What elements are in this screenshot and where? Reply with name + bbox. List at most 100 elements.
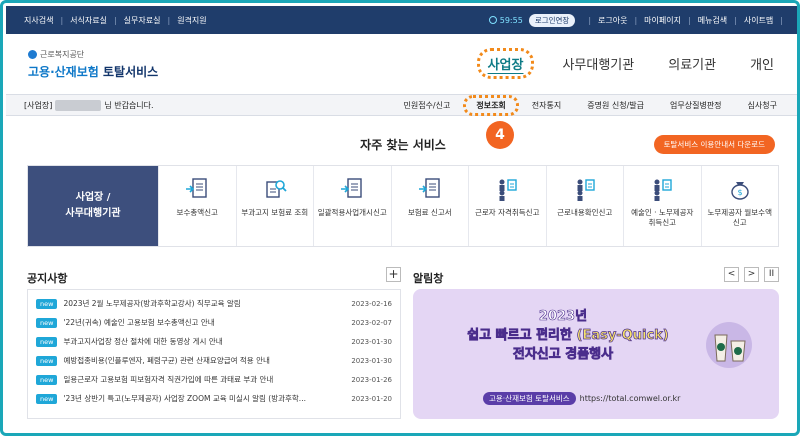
quick-service-list: 보수총액신고 부과고지 보험료 조회 일괄적용사업개시신고 보험료 신고서 근로… <box>158 166 778 246</box>
alarm-header: 알림창 < > II <box>413 267 779 285</box>
notice-text: 일용근로자 고용보험 피보험자격 직권가입에 따른 과태료 부과 안내 <box>63 375 274 384</box>
notice-text: '23년 상반기 특고(노무제공자) 사업장 ZOOM 교육 미실시 알림 (방… <box>63 394 306 403</box>
org-logo[interactable]: 근로복지공단 <box>28 49 84 60</box>
category-label-1: 사업장 / <box>75 192 111 203</box>
service-label: 보수총액신고 <box>176 208 218 217</box>
service-title-main: 고용·산재보험 <box>28 65 99 79</box>
browser-frame: 지사검색 | 서식자료실 | 실무자료실 | 원격지원 59:55 로그인연장 … <box>0 0 800 436</box>
notice-text: 예방접종비용(인플루엔자, 폐렴구균) 관련 산재요양급여 적용 안내 <box>63 356 270 365</box>
service-label: 근로자 자격취득신고 <box>475 208 540 217</box>
service-label: 부과고지 보험료 조회 <box>241 208 309 217</box>
new-badge: new <box>36 336 58 347</box>
nav-disease-judgment[interactable]: 업무상질병판정 <box>657 100 735 111</box>
service-title[interactable]: 고용·산재보험 토탈서비스 <box>28 63 158 80</box>
mypage-link[interactable]: 마이페이지 <box>644 15 681 26</box>
service-label: 노무제공자 월보수액 신고 <box>707 208 772 227</box>
document-arrow-icon <box>341 178 362 198</box>
people-doc-icon <box>654 179 672 201</box>
service-artist-acquisition[interactable]: 예술인 · 노무제공자 취득신고 <box>623 166 701 246</box>
guide-download-button[interactable]: 토탈서비스 이용안내서 다운로드 <box>653 135 775 154</box>
menu-search-link[interactable]: 메뉴검색 <box>698 15 727 26</box>
notice-date: 2023-02-16 <box>351 299 392 308</box>
money-bag-icon: $ <box>731 182 749 200</box>
document-search-icon <box>266 180 287 198</box>
session-timer: 59:55 <box>488 15 523 25</box>
banner-footer: 고용·산재보험 토탈서비스 https://total.comwel.or.kr <box>483 392 680 405</box>
tab-medical[interactable]: 의료기관 <box>662 50 722 77</box>
welcome-suffix: 님 반갑습니다. <box>104 100 154 110</box>
new-badge: new <box>36 393 58 404</box>
service-premium-report[interactable]: 보험료 신고서 <box>390 166 469 246</box>
logout-link[interactable]: 로그아웃 <box>598 15 627 26</box>
nav-info-inquiry[interactable]: 정보조회 <box>463 94 519 116</box>
people-doc-icon <box>577 179 595 201</box>
event-banner[interactable]: 2023년 쉽고 빠르고 편리한 (Easy-Quick) 전자신고 경품행사 … <box>413 289 779 419</box>
notice-text: '22년(귀속) 예술인 고용보험 보수총액신고 안내 <box>63 318 215 327</box>
nav-civil-report[interactable]: 민원접수/신고 <box>390 100 463 111</box>
service-label: 예술인 · 노무제공자 취득신고 <box>631 208 694 227</box>
document-arrow-icon <box>186 178 207 198</box>
notice-row[interactable]: new 2023년 2월 노무제공자(방과후학교강사) 직무교육 알림 2023… <box>36 294 392 313</box>
notice-row[interactable]: new '22년(귀속) 예술인 고용보험 보수총액신고 안내 2023-02-… <box>36 313 392 332</box>
nav-e-notice[interactable]: 전자통지 <box>519 100 574 111</box>
session-timer-value: 59:55 <box>499 15 523 25</box>
nav-review-request[interactable]: 심사청구 <box>735 100 790 111</box>
service-premium-inquiry[interactable]: 부과고지 보험료 조회 <box>235 166 314 246</box>
tab-individual[interactable]: 개인 <box>744 50 780 77</box>
sitemap-link[interactable]: 사이트맵 <box>744 15 773 26</box>
banner-pause-button[interactable]: II <box>764 267 779 282</box>
notice-row[interactable]: new '23년 상반기 특고(노무제공자) 사업장 ZOOM 교육 미실시 알… <box>36 389 392 408</box>
welcome-prefix: [사업장] <box>24 100 53 110</box>
link-remote-support[interactable]: 원격지원 <box>177 15 206 26</box>
tab-workplace[interactable]: 사업장 <box>476 48 535 79</box>
notice-date: 2023-01-30 <box>351 356 392 365</box>
notice-text: 2023년 2월 노무제공자(방과후학교강사) 직무교육 알림 <box>63 299 241 308</box>
service-monthly-wage[interactable]: $ 노무제공자 월보수액 신고 <box>700 166 779 246</box>
banner-url[interactable]: https://total.comwel.or.kr <box>580 394 681 403</box>
tab-agency[interactable]: 사무대행기관 <box>556 50 640 77</box>
notice-row[interactable]: new 부과고지사업장 정산 절차에 대한 동영상 게시 안내 2023-01-… <box>36 332 392 351</box>
banner-service-tag: 고용·산재보험 토탈서비스 <box>483 392 576 405</box>
category-label-2: 사무대행기관 <box>65 208 121 219</box>
notice-title: 공지사항 <box>27 272 68 285</box>
notice-row[interactable]: new 일용근로자 고용보험 피보험자격 직권가입에 따른 과태료 부과 안내 … <box>36 370 392 389</box>
site-header: 근로복지공단 고용·산재보험 토탈서비스 사업장 사무대행기관 의료기관 개인 <box>6 34 797 94</box>
new-badge: new <box>36 355 58 366</box>
masked-user-name <box>55 99 102 111</box>
notice-row[interactable]: new 예방접종비용(인플루엔자, 폐렴구균) 관련 산재요양급여 적용 안내 … <box>36 351 392 370</box>
notice-date: 2023-01-20 <box>351 394 392 403</box>
banner-prev-button[interactable]: < <box>724 267 739 282</box>
link-practice-library[interactable]: 실무자료실 <box>124 15 161 26</box>
notice-text: 부과고지사업장 정산 절차에 대한 동영상 게시 안내 <box>63 337 223 346</box>
service-wage-total[interactable]: 보수총액신고 <box>158 166 236 246</box>
banner-year: 2023년 <box>538 309 588 325</box>
service-worker-acquisition[interactable]: 근로자 자격취득신고 <box>468 166 546 246</box>
notice-date: 2023-01-30 <box>351 337 392 346</box>
svg-text:$: $ <box>737 188 742 197</box>
quick-services-category: 사업장 / 사무대행기관 <box>28 166 158 246</box>
service-work-confirmation[interactable]: 근로내용확인신고 <box>545 166 624 246</box>
new-badge: new <box>36 298 58 309</box>
service-label: 일괄적용사업개시신고 <box>317 208 387 217</box>
banner-next-button[interactable]: > <box>744 267 759 282</box>
notice-date: 2023-02-07 <box>351 318 392 327</box>
new-badge: new <box>36 317 58 328</box>
banner-headline: 쉽고 빠르고 편리한 (Easy-Quick) <box>467 328 669 344</box>
link-form-library[interactable]: 서식자료실 <box>70 15 107 26</box>
document-arrow-icon <box>418 178 440 198</box>
nav-certificate[interactable]: 증명원 신청/발급 <box>574 100 657 111</box>
service-title-sub: 토탈서비스 <box>98 65 159 79</box>
org-name: 근로복지공단 <box>40 50 85 59</box>
login-extend-button[interactable]: 로그인연장 <box>528 13 576 27</box>
quick-services-panel: 사업장 / 사무대행기관 보수총액신고 부과고지 보험료 조회 일괄적용사업개시… <box>27 165 779 247</box>
people-doc-icon <box>499 179 517 201</box>
utility-left-links: 지사검색 | 서식자료실 | 실무자료실 | 원격지원 <box>24 15 207 26</box>
banner-subheadline: 전자신고 경품행사 <box>512 347 614 363</box>
gnb-menu: 민원접수/신고 정보조회 전자통지 증명원 신청/발급 업무상질병판정 심사청구 <box>390 94 797 116</box>
link-branch-search[interactable]: 지사검색 <box>24 15 53 26</box>
welcome-message: [사업장] 님 반갑습니다. <box>6 99 326 111</box>
user-type-tabs: 사업장 사무대행기관 의료기관 개인 <box>455 48 780 79</box>
notice-more-button[interactable]: + <box>386 267 401 282</box>
alarm-title: 알림창 <box>413 272 444 285</box>
service-batch-start[interactable]: 일괄적용사업개시신고 <box>313 166 391 246</box>
